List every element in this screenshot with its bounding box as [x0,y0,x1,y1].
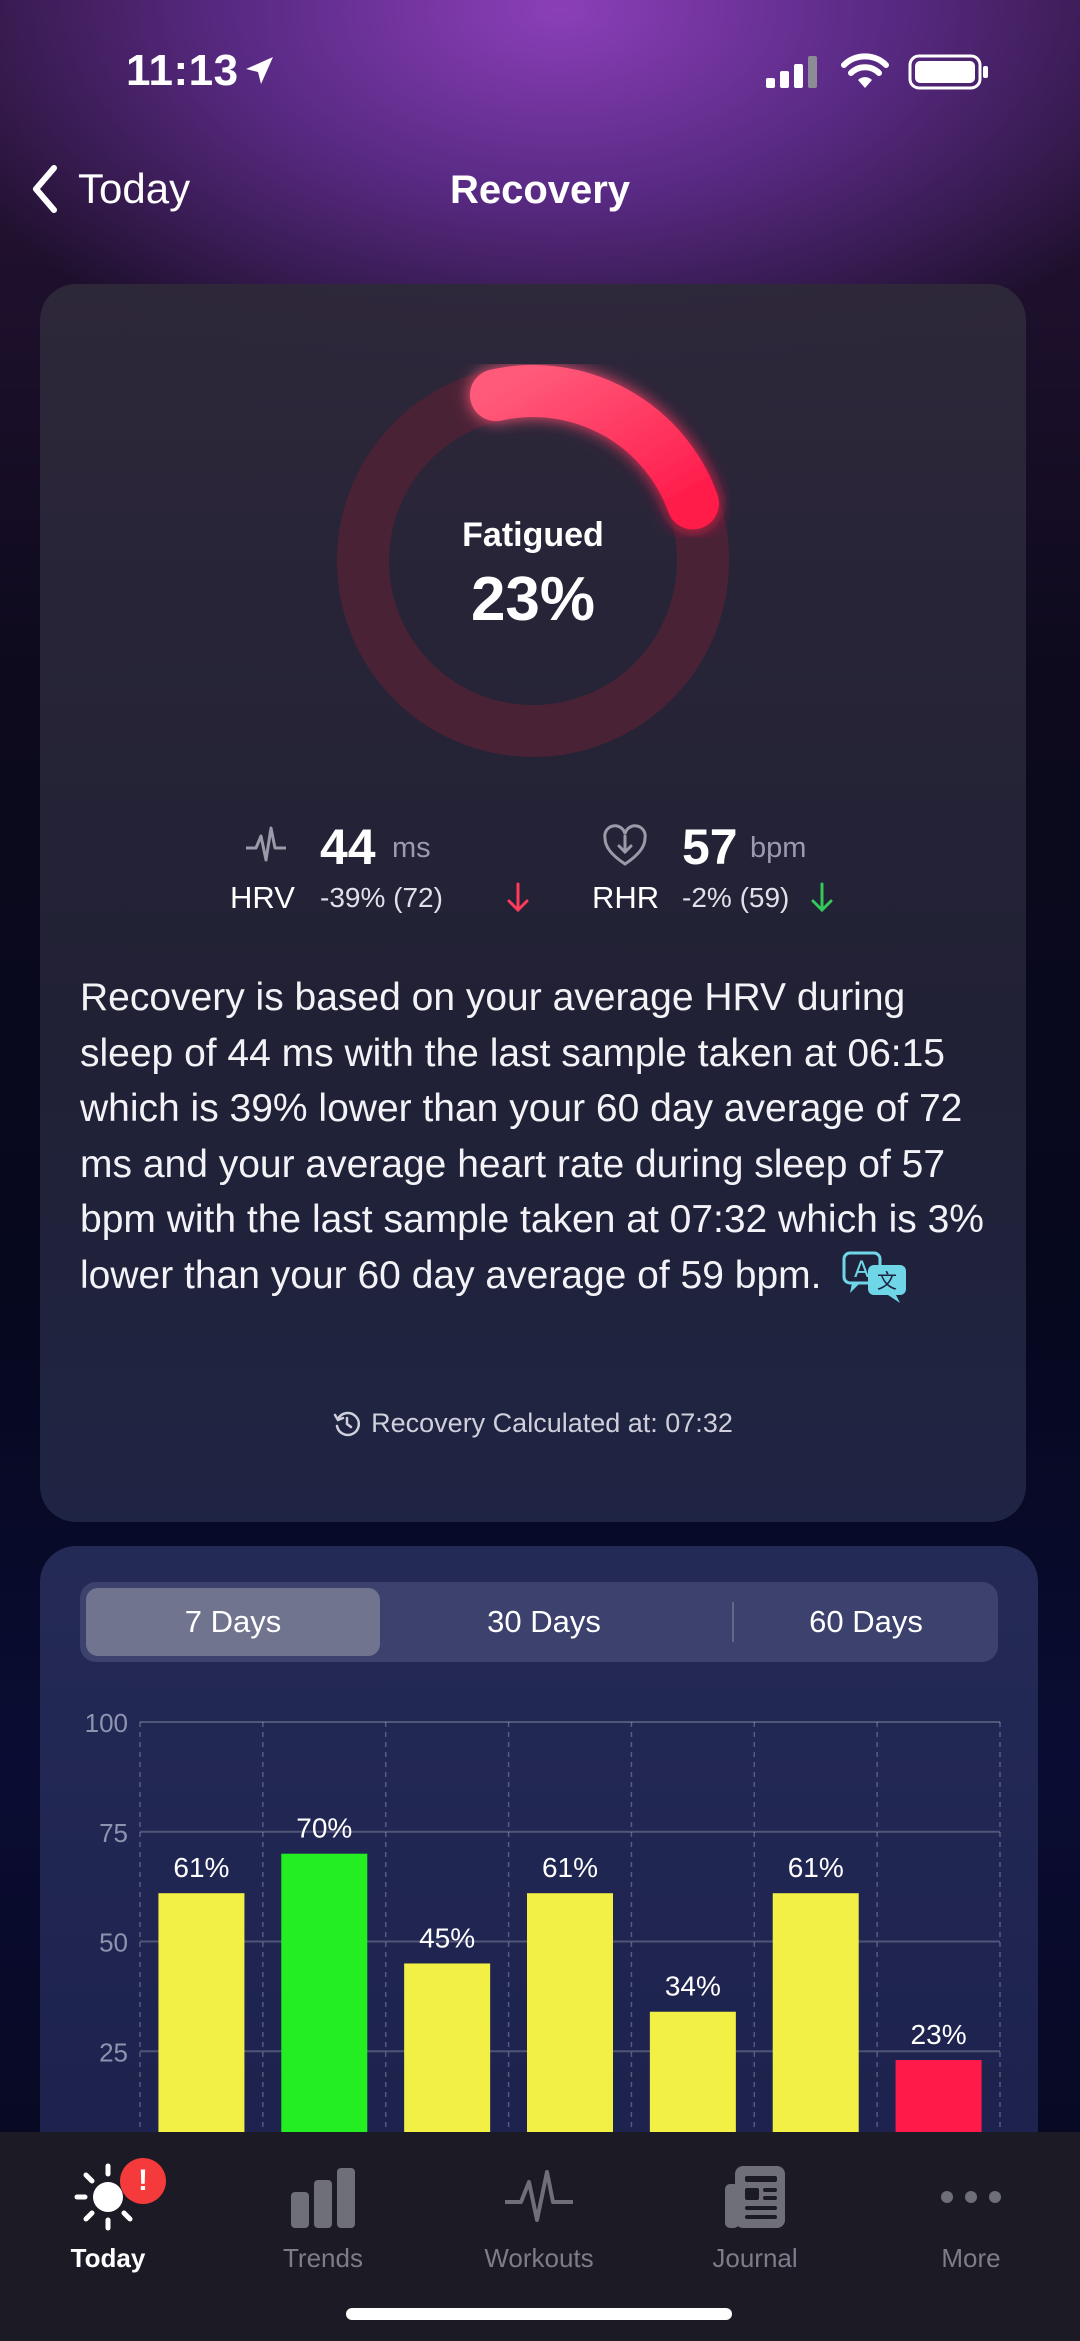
rhr-delta: -2% (59) [682,882,790,913]
tab-today[interactable]: ! Today [28,2148,188,2274]
bar-chart-icon [291,2168,355,2228]
y-tick-label: 50 [99,1928,128,1958]
bar-value-label: 70% [296,1813,352,1844]
recovery-ring [337,365,729,757]
y-tick-label: 25 [99,2037,128,2067]
calculated-at-text: Recovery Calculated at: 07:32 [371,1408,733,1438]
chart-bar [895,2060,982,2132]
rhr-label: RHR [592,880,660,915]
heart-down-icon [603,824,647,866]
hrv-metric[interactable]: HRV 44 ms -39% (72) [230,819,550,924]
rhr-unit: bpm [750,832,807,864]
chart-bar [158,1893,245,2132]
heartbeat-icon [246,826,286,862]
tab-trends-label: Trends [283,2243,363,2273]
chart-bar [649,2011,736,2132]
bar-value-label: 45% [419,1922,475,1953]
tab-more-label: More [941,2243,1001,2273]
tab-30-days[interactable]: 30 Days [394,1588,694,1656]
tab-workouts-label: Workouts [484,2243,594,2273]
wifi-icon [841,53,889,88]
chart-bar [281,1853,368,2132]
notification-badge: ! [120,2158,166,2204]
arrow-down-icon [507,882,529,913]
bar-value-label: 34% [665,1971,721,2002]
recovery-description-text: Recovery is based on your average HRV du… [80,976,984,1297]
bar-value-label: 61% [542,1852,598,1883]
bar-value-label: 61% [173,1852,229,1883]
heartbeat-icon [505,2170,573,2222]
recovery-card: Fatigued 23% HRV 44 ms -39% (72) RHR 57 … [40,284,1026,1522]
tab-workouts[interactable]: Workouts [459,2148,619,2274]
tab-today-label: Today [70,2243,146,2273]
page-title: Recovery [449,168,631,212]
calculated-at: Recovery Calculated at: 07:32 [40,1408,1026,1439]
range-selector: 7 Days 30 Days 60 Days [80,1582,998,1662]
y-tick-label: 100 [85,1708,128,1738]
chart-bar [404,1963,491,2132]
recovery-state: Fatigued [462,516,604,554]
tab-journal[interactable]: Journal [675,2148,835,2274]
svg-text:A: A [854,1258,869,1283]
status-bar: 11:13 [0,0,1080,140]
chart-bar [772,1893,859,2132]
translate-icon[interactable]: A 文 [842,1251,910,1304]
tab-more[interactable]: More [891,2148,1051,2274]
recovery-description: Recovery is based on your average HRV du… [80,970,1000,1304]
bar-value-label: 61% [788,1852,844,1883]
arrow-down-icon [811,882,833,913]
svg-text:文: 文 [877,1269,897,1293]
hrv-value: 44 [320,819,376,875]
signal-icon [766,56,817,88]
journal-icon [725,2166,785,2228]
tab-trends[interactable]: Trends [243,2148,403,2274]
y-tick-label: 75 [99,1818,128,1848]
nav-bar: Today Recovery [0,150,1080,230]
status-time: 11:13 [126,46,239,95]
hrv-label: HRV [230,880,295,915]
history-clock-icon [333,1411,361,1436]
bar-value-label: 23% [911,2019,967,2050]
hrv-delta: -39% (72) [320,882,443,913]
tab-journal-label: Journal [712,2243,798,2273]
more-dots-icon [941,2191,1001,2203]
battery-icon [908,54,988,90]
recovery-score: 23% [470,565,596,634]
chart-bar [527,1893,613,2132]
rhr-metric[interactable]: RHR 57 bpm -2% (59) [592,819,912,924]
segment-divider [732,1602,734,1642]
recovery-ring-progress [469,365,719,530]
hrv-unit: ms [392,832,431,864]
tab-60-days[interactable]: 60 Days [740,1588,992,1656]
recovery-bar-chart: 100 75 50 25 61% 70% 45% 61% 34% 61% 23% [85,1708,1001,2132]
rhr-value: 57 [682,819,738,875]
location-arrow-icon [246,57,273,84]
home-indicator [346,2308,732,2320]
tab-7-days[interactable]: 7 Days [86,1588,380,1656]
